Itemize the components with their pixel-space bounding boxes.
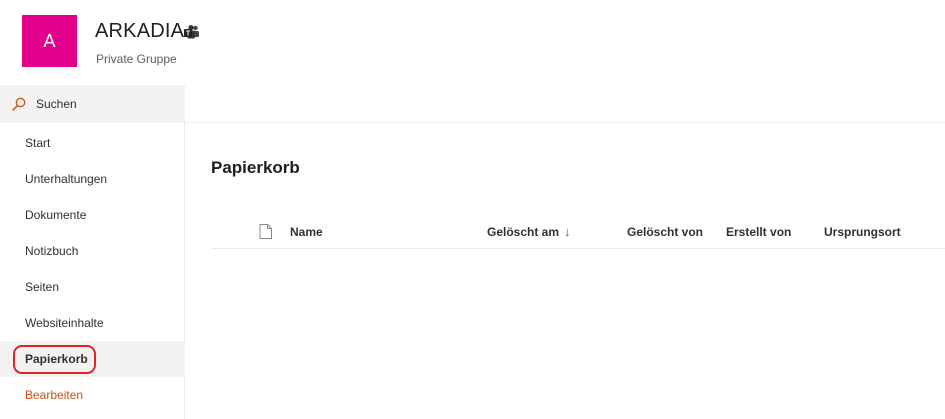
search-icon [12,97,26,111]
search-box[interactable]: Suchen [0,85,185,123]
nav-item-unterhaltungen[interactable]: Unterhaltungen [0,161,185,197]
teams-icon[interactable]: T [183,24,201,42]
sort-descending-icon: ↓ [564,224,571,239]
nav-item-seiten[interactable]: Seiten [0,269,185,305]
recycle-bin-column-headers: Name Gelöscht am ↓ Gelöscht von Erstellt… [211,214,945,249]
nav-item-papierkorb[interactable]: Papierkorb [0,341,185,377]
search-label: Suchen [36,97,77,111]
nav-item-start[interactable]: Start [0,125,185,161]
site-subtitle: Private Gruppe [96,52,177,66]
svg-text:T: T [186,30,191,37]
site-title[interactable]: ARKADIA [95,20,184,43]
document-icon[interactable] [259,224,272,239]
column-header-name[interactable]: Name [290,214,323,249]
column-origin-label: Ursprungsort [824,224,901,239]
column-deleted-on-label: Gelöscht am [487,224,560,239]
site-logo[interactable]: A [22,15,77,67]
column-deleted-by-label: Gelöscht von [627,224,704,239]
main-content: Papierkorb Name Gelöscht am ↓ Gelöscht v… [185,123,945,419]
page-title: Papierkorb [211,158,300,177]
column-header-deleted-on[interactable]: Gelöscht am ↓ [487,214,571,249]
nav-item-websiteinhalte[interactable]: Websiteinhalte [0,305,185,341]
column-header-created-by[interactable]: Erstellt von [726,214,791,249]
column-header-deleted-by[interactable]: Gelöscht von [627,214,703,249]
column-name-label: Name [290,224,323,239]
column-created-by-label: Erstellt von [726,224,792,239]
left-navigation: Start Unterhaltungen Dokumente Notizbuch… [0,123,185,419]
nav-item-dokumente[interactable]: Dokumente [0,197,185,233]
column-header-origin[interactable]: Ursprungsort [824,214,901,249]
nav-item-notizbuch[interactable]: Notizbuch [0,233,185,269]
site-header: A ARKADIA T Private Gruppe [0,0,945,85]
nav-edit-link[interactable]: Bearbeiten [0,377,185,413]
